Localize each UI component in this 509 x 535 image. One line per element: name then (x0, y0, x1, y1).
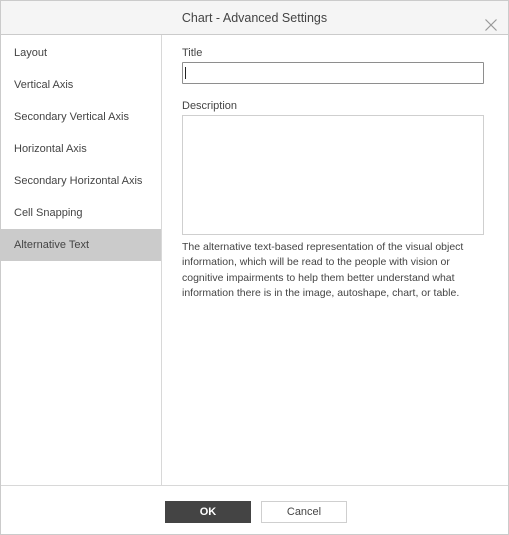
sidebar-item-vertical-axis[interactable]: Vertical Axis (1, 69, 161, 101)
sidebar-item-alternative-text[interactable]: Alternative Text (1, 229, 161, 261)
text-caret (185, 67, 186, 79)
title-label: Title (182, 47, 203, 59)
sidebar-item-horizontal-axis[interactable]: Horizontal Axis (1, 133, 161, 165)
sidebar-item-cell-snapping[interactable]: Cell Snapping (1, 197, 161, 229)
dialog-header: Chart - Advanced Settings (1, 1, 508, 35)
dialog-footer: OK Cancel (1, 485, 508, 535)
sidebar-item-secondary-vertical-axis[interactable]: Secondary Vertical Axis (1, 101, 161, 133)
alt-text-hint: The alternative text-based representatio… (182, 241, 464, 299)
description-textarea[interactable] (182, 115, 484, 235)
ok-button[interactable]: OK (165, 501, 251, 523)
cancel-button[interactable]: Cancel (261, 501, 347, 523)
advanced-settings-dialog: Chart - Advanced Settings Layout Vertica… (0, 0, 509, 535)
dialog-title: Chart - Advanced Settings (181, 11, 328, 25)
settings-sidebar: Layout Vertical Axis Secondary Vertical … (1, 35, 162, 485)
description-label: Description (182, 100, 238, 112)
sidebar-item-layout[interactable]: Layout (1, 37, 161, 69)
title-input[interactable] (182, 62, 484, 84)
close-icon[interactable] (484, 11, 498, 31)
sidebar-item-secondary-horizontal-axis[interactable]: Secondary Horizontal Axis (1, 165, 161, 197)
